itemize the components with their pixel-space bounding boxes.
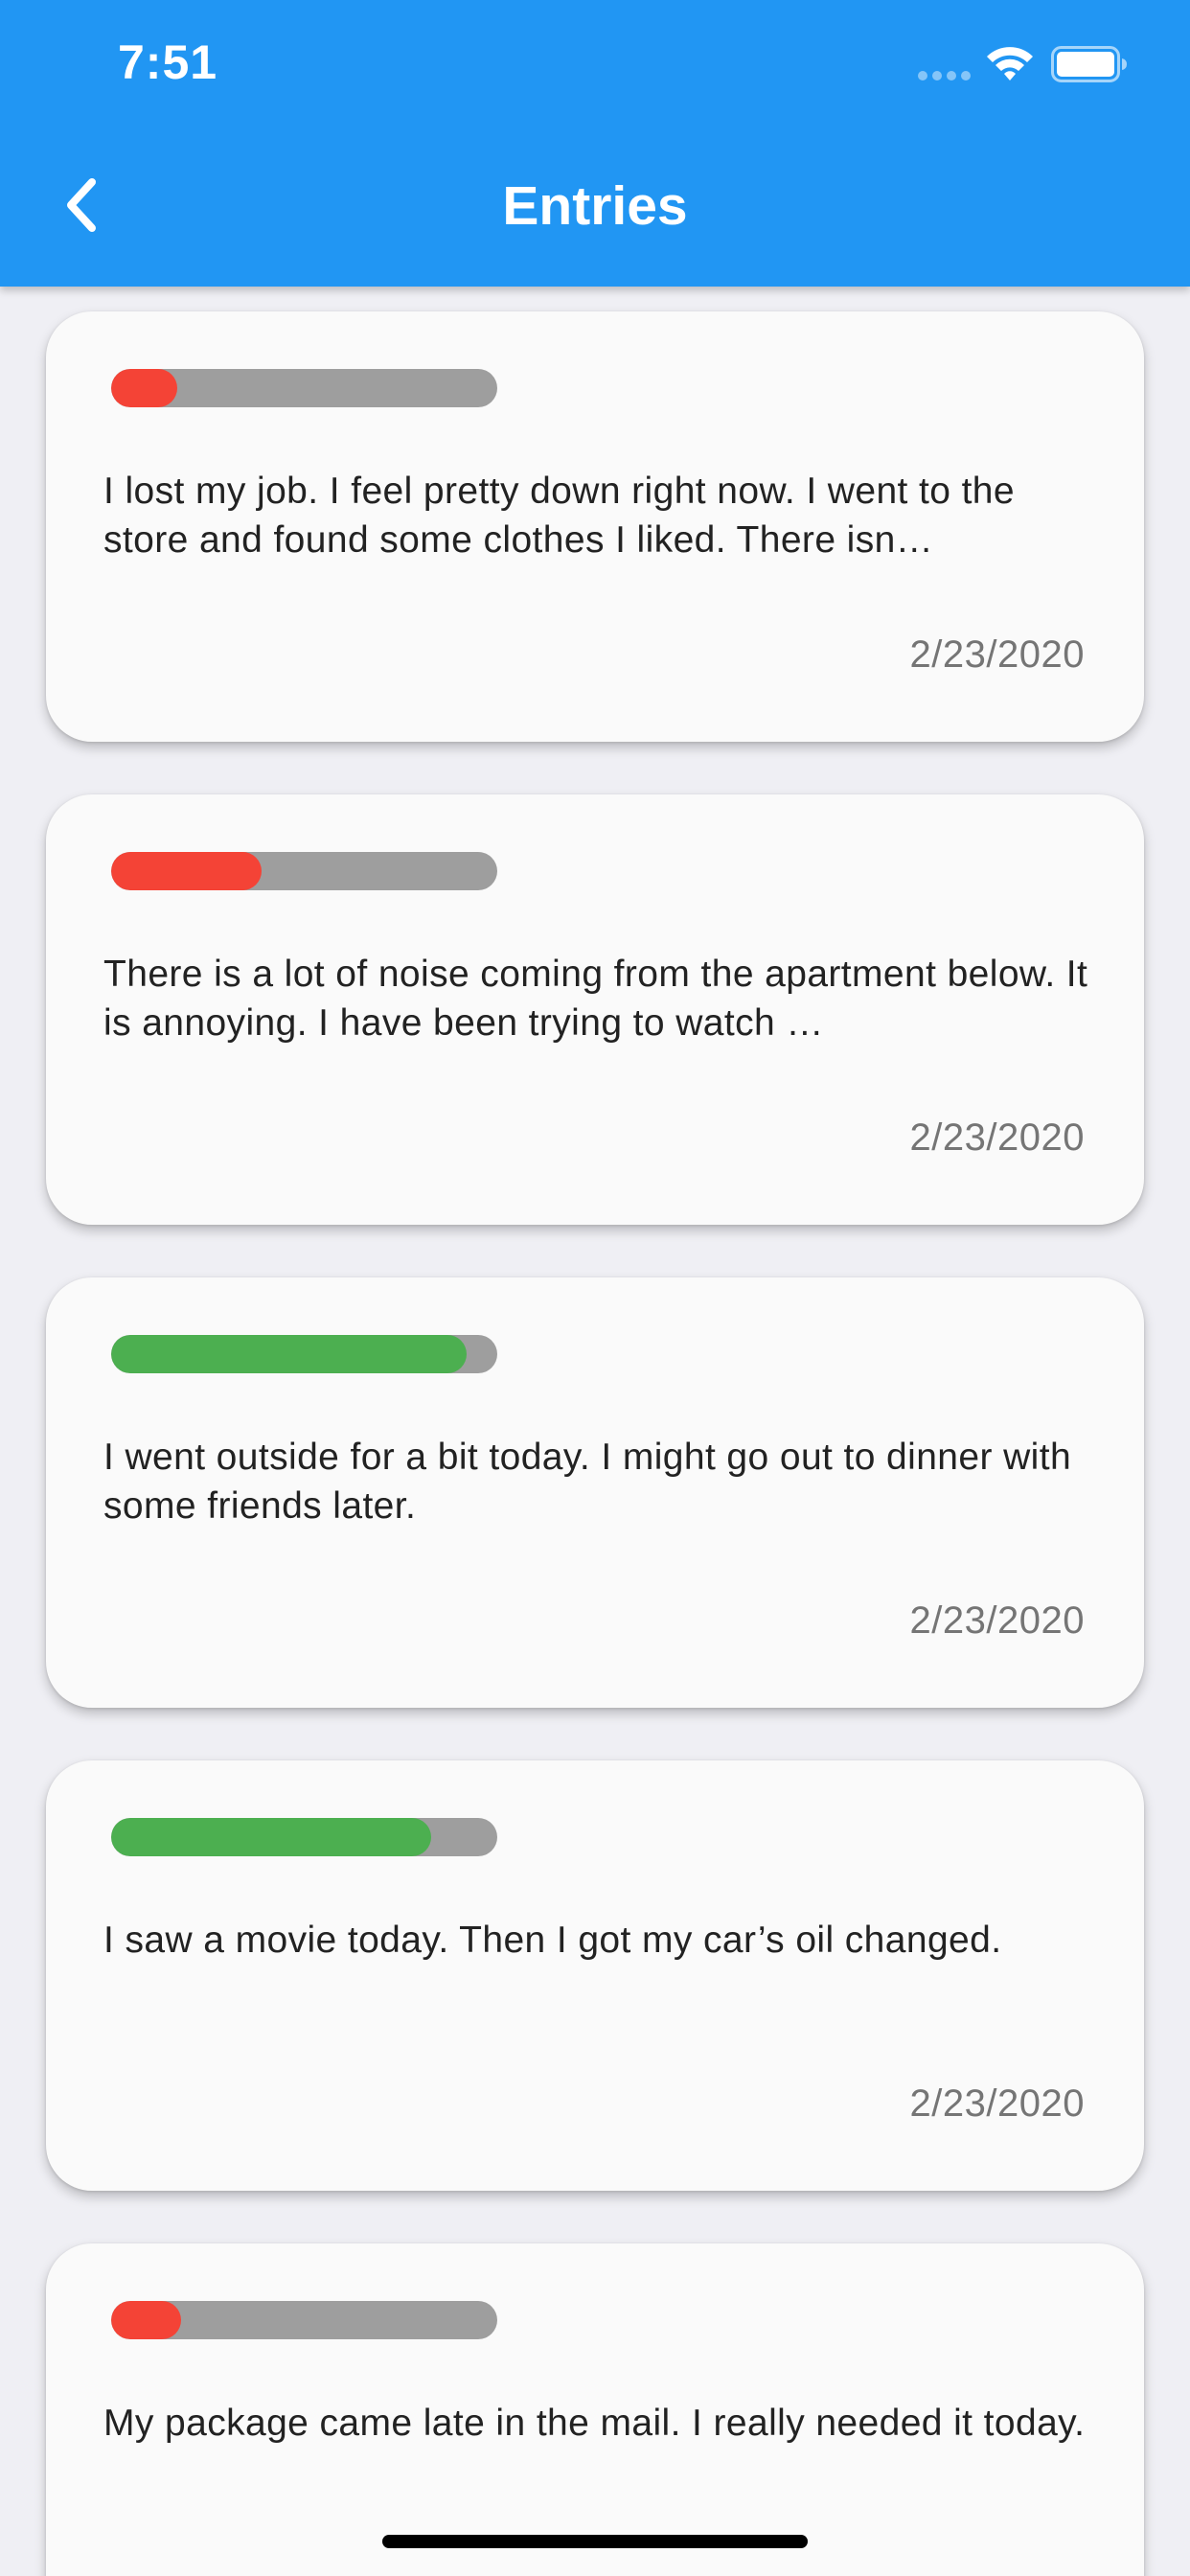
status-time: 7:51 — [118, 35, 218, 89]
battery-icon — [1051, 46, 1127, 82]
mood-bar — [111, 1335, 497, 1373]
mood-bar-fill — [111, 852, 263, 890]
entry-date: 2/23/2020 — [909, 2082, 1085, 2125]
entry-card[interactable]: I went outside for a bit today. I might … — [46, 1277, 1144, 1708]
page-title: Entries — [502, 175, 688, 237]
mood-bar-fill — [111, 369, 177, 407]
entry-card[interactable]: My package came late in the mail. I real… — [46, 2243, 1144, 2576]
entry-text: I saw a movie today. Then I got my car’s… — [103, 1920, 1002, 1961]
mood-bar — [111, 369, 497, 407]
entry-card[interactable]: I saw a movie today. Then I got my car’s… — [46, 1760, 1144, 2191]
cellular-signal-icon — [918, 71, 972, 80]
mood-bar — [111, 1818, 497, 1856]
entries-list[interactable]: I lost my job. I feel pretty down right … — [0, 0, 1190, 2576]
entry-date: 2/23/2020 — [909, 633, 1085, 676]
entries-screen: I lost my job. I feel pretty down right … — [0, 0, 1190, 2576]
mood-bar-fill — [111, 2301, 181, 2339]
mood-bar — [111, 852, 497, 890]
entry-date: 2/23/2020 — [909, 1599, 1085, 1642]
entry-date: 2/23/2020 — [909, 1116, 1085, 1159]
entry-text: There is a lot of noise coming from the … — [103, 954, 1088, 1044]
entry-text: I lost my job. I feel pretty down right … — [103, 471, 1015, 561]
entry-text: I went outside for a bit today. I might … — [103, 1437, 1072, 1527]
entry-text: My package came late in the mail. I real… — [103, 2403, 1086, 2444]
entry-card[interactable]: I lost my job. I feel pretty down right … — [46, 311, 1144, 742]
mood-bar-fill — [111, 1335, 467, 1373]
mood-bar-fill — [111, 1818, 432, 1856]
entry-card[interactable]: There is a lot of noise coming from the … — [46, 794, 1144, 1225]
home-indicator[interactable] — [382, 2535, 808, 2548]
wifi-icon — [987, 47, 1033, 80]
mood-bar — [111, 2301, 497, 2339]
app-bar: 7:51 Entries — [0, 0, 1190, 287]
